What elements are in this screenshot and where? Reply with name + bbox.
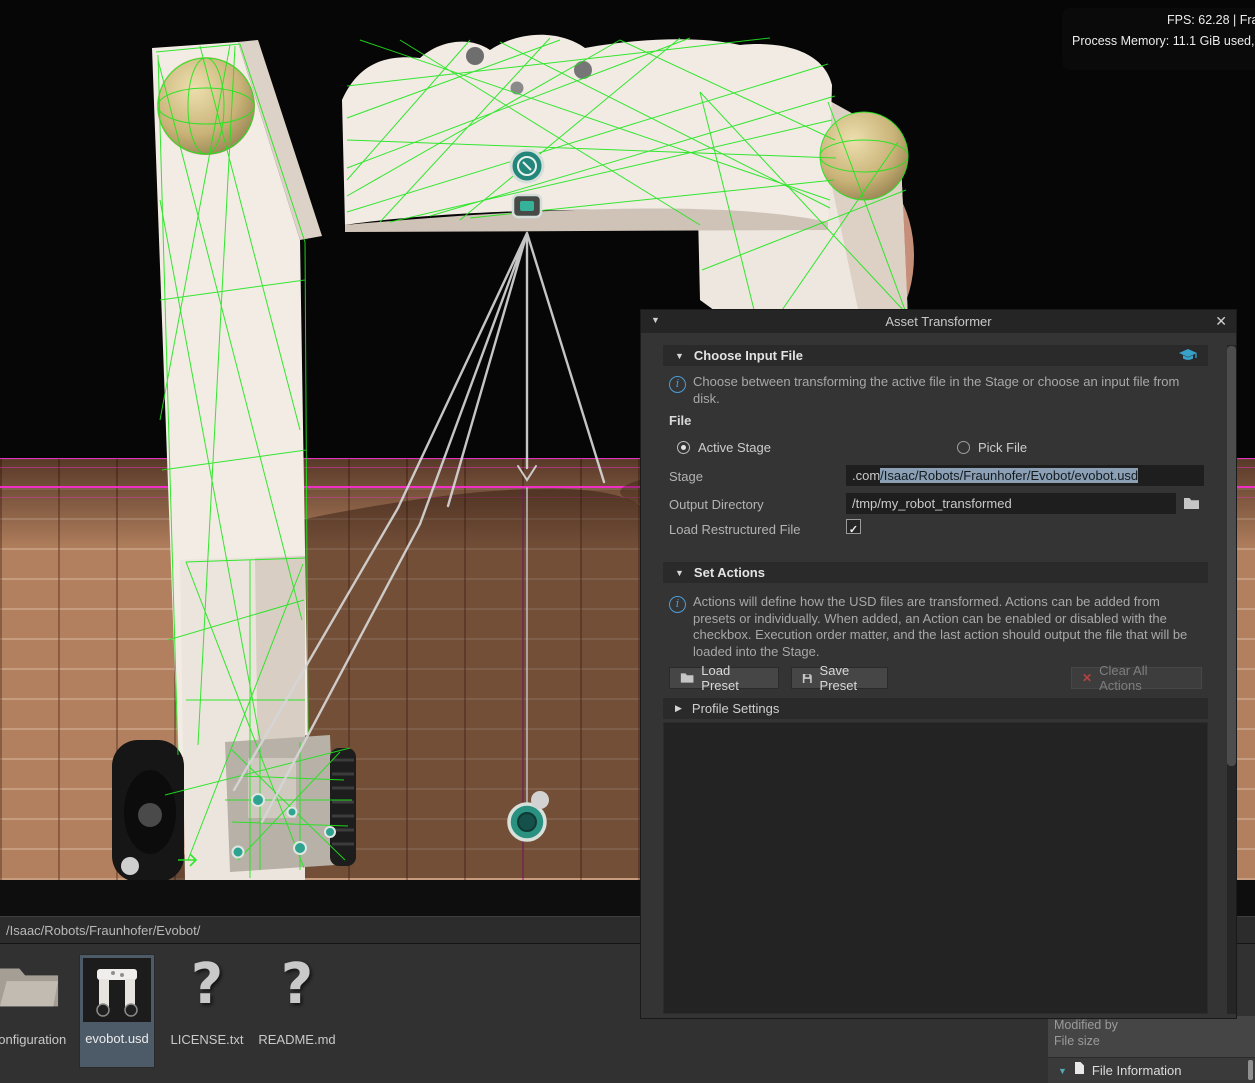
load-preset-button[interactable]: Load Preset (669, 667, 779, 689)
file-item-label: configuration (0, 1032, 71, 1047)
stage-value-prefix: .com (852, 468, 880, 483)
file-information-header[interactable]: ▼ File Information (1048, 1057, 1255, 1083)
folder-icon (680, 672, 694, 684)
window-titlebar[interactable]: ▼ Asset Transformer ✕ (641, 310, 1236, 333)
file-item-label: LICENSE.txt (165, 1032, 249, 1047)
modified-by-label: Modified by (1054, 1018, 1118, 1032)
file-size-label: File size (1054, 1034, 1100, 1048)
browse-folder-button[interactable] (1181, 494, 1202, 513)
close-icon[interactable]: ✕ (1215, 313, 1227, 330)
info-icon: i (669, 596, 686, 613)
section-title: Profile Settings (692, 701, 779, 716)
caret-down-icon: ▼ (675, 568, 684, 578)
file-page-icon (1074, 1061, 1085, 1080)
output-directory-label: Output Directory (669, 497, 764, 512)
file-item-label: evobot.usd (80, 1031, 154, 1046)
folder-icon (1183, 497, 1200, 510)
choose-input-info-text: Choose between transforming the active f… (693, 374, 1198, 407)
radio-active-stage-label[interactable]: Active Stage (698, 440, 771, 455)
asset-transformer-window: ▼ Asset Transformer ✕ ▼ Choose Input Fil… (640, 309, 1237, 1019)
unknown-file-icon: ? (281, 952, 313, 1018)
radio-pick-file-label[interactable]: Pick File (978, 440, 1027, 455)
radio-active-stage[interactable] (677, 441, 690, 454)
memory-readout: Process Memory: 11.1 GiB used, (1072, 34, 1254, 48)
stage-value-selection: /Isaac/Robots/Fraunhofer/Evobot/evobot.u… (880, 468, 1138, 483)
unknown-file-icon: ? (191, 952, 223, 1018)
stage-field-label: Stage (669, 469, 703, 484)
file-information-label: File Information (1092, 1063, 1182, 1078)
save-preset-button[interactable]: Save Preset (791, 667, 888, 689)
chevron-down-icon: ▼ (1058, 1066, 1067, 1076)
dialog-scrollbar-thumb[interactable] (1227, 346, 1236, 766)
section-title: Choose Input File (694, 348, 803, 363)
save-preset-label: Save Preset (820, 663, 877, 693)
caret-down-icon: ▼ (675, 351, 684, 361)
file-item-license[interactable]: ? LICENSE.txt (163, 952, 251, 1047)
clear-all-actions-button[interactable]: ✕ Clear All Actions (1071, 667, 1202, 689)
section-header-profile-settings[interactable]: ▶ Profile Settings (663, 698, 1208, 719)
save-icon (802, 672, 813, 685)
caret-right-icon: ▶ (675, 703, 682, 714)
file-item-readme[interactable]: ? README.md (253, 952, 341, 1047)
clear-icon: ✕ (1082, 671, 1092, 685)
info-icon: i (669, 376, 686, 393)
file-item-evobot-selected[interactable]: evobot.usd (79, 954, 155, 1068)
section-title: Set Actions (694, 565, 765, 580)
clear-all-actions-label: Clear All Actions (1099, 663, 1191, 693)
fps-readout: FPS: 62.28 | Fra (1167, 13, 1255, 27)
file-item-label: README.md (255, 1032, 339, 1047)
evobot-thumbnail (83, 958, 151, 1022)
output-directory-input[interactable]: /tmp/my_robot_transformed (846, 493, 1176, 514)
section-header-choose-input-file[interactable]: ▼ Choose Input File (663, 345, 1208, 366)
screen: FPS: 62.28 | Fra Process Memory: 11.1 Gi… (0, 0, 1255, 1083)
file-group-label: File (669, 413, 691, 428)
load-restructured-checkbox[interactable]: ✓ (846, 519, 861, 534)
details-scrollbar-thumb[interactable] (1248, 1060, 1253, 1080)
stage-input[interactable]: .com/Isaac/Robots/Fraunhofer/Evobot/evob… (846, 465, 1204, 486)
set-actions-info-text: Actions will define how the USD files ar… (693, 594, 1201, 660)
file-details-panel: Modified by File size ▼ File Information (1048, 1016, 1255, 1083)
radio-pick-file[interactable] (957, 441, 970, 454)
check-icon: ✓ (849, 524, 858, 536)
actions-list-area (663, 722, 1208, 1014)
load-restructured-label: Load Restructured File (669, 522, 801, 537)
section-header-set-actions[interactable]: ▼ Set Actions (663, 562, 1208, 583)
load-preset-label: Load Preset (701, 663, 768, 693)
tutorial-graduation-cap-icon[interactable] (1178, 348, 1198, 368)
window-title: Asset Transformer (641, 314, 1236, 329)
